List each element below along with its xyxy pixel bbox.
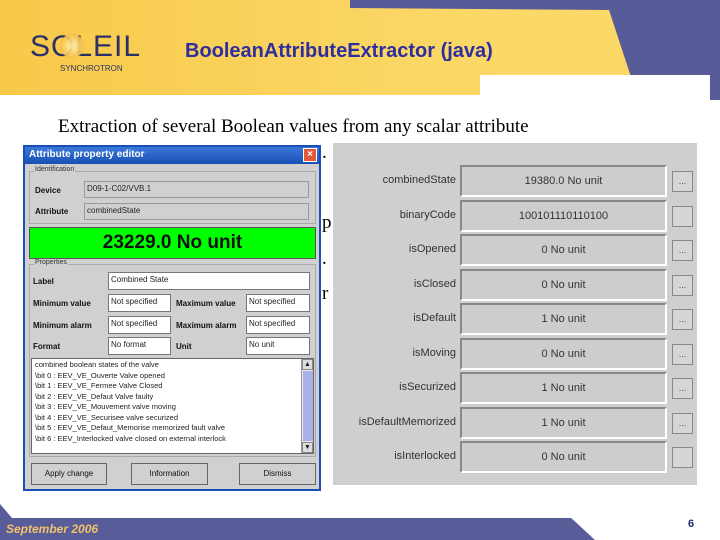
max-alarm-label: Maximum alarm <box>176 321 237 330</box>
attribute-row: isDefaultMemorized 1 No unit ... <box>333 406 697 439</box>
attribute-value: 1 No unit <box>460 303 667 335</box>
attribute-row: isOpened 0 No unit ... <box>333 234 697 266</box>
text-fragment: . <box>322 142 327 163</box>
attribute-value: 0 No unit <box>460 234 667 266</box>
attribute-value: 0 No unit <box>460 441 667 473</box>
description-line: \bit 1 : EEV_VE_Fermee Valve Closed <box>35 381 163 390</box>
scroll-up-icon[interactable]: ▲ <box>302 359 313 370</box>
information-button[interactable]: Information <box>131 463 208 485</box>
attribute-details-button[interactable] <box>672 447 693 468</box>
attribute-details-button[interactable]: ... <box>672 412 693 434</box>
attribute-value: 0 No unit <box>460 268 667 301</box>
attribute-value: 100101110110100 <box>460 199 667 232</box>
description-line: combined boolean states of the valve <box>35 360 159 369</box>
attribute-details-button[interactable]: ... <box>672 343 693 365</box>
dismiss-button[interactable]: Dismiss <box>239 463 316 485</box>
attribute-property-editor-dialog: Attribute property editor × Identificati… <box>23 145 321 491</box>
unit-input[interactable]: No unit <box>246 337 310 355</box>
text-fragment: r <box>322 283 329 304</box>
description-line: \bit 0 : EEV_VE_Ouverte Valve opened <box>35 370 165 380</box>
max-value-input[interactable]: Not specified <box>246 294 310 312</box>
attribute-name: isMoving <box>412 346 456 359</box>
attribute-row: binaryCode 100101110110100 <box>333 199 697 232</box>
description-line: \bit 2 : EEV_VE_Defaut Valve faulty <box>35 391 154 401</box>
page-number: 6 <box>688 518 695 530</box>
attribute-name: isInterlocked <box>394 450 456 462</box>
attribute-name: combinedState <box>382 174 456 186</box>
text-fragment: . <box>322 248 327 269</box>
description-line: \bit 6 : EEV_Interlocked valve closed on… <box>35 433 226 443</box>
text-fragment: p <box>322 212 332 233</box>
attribute-value: 1 No unit <box>460 372 667 404</box>
description-line: \bit 5 : EEV_VE_Defaut_Memorise memorize… <box>35 423 226 432</box>
attribute-field: combinedState <box>84 203 309 220</box>
format-input[interactable]: No format <box>108 337 171 355</box>
logo-name: SOLEIL <box>30 30 142 63</box>
scroll-down-icon[interactable]: ▼ <box>302 442 313 453</box>
footer-corner <box>0 504 12 518</box>
device-label: Device <box>35 186 61 195</box>
apply-change-button[interactable]: Apply change <box>31 463 107 485</box>
attribute-details-button[interactable]: ... <box>672 240 693 261</box>
slide-title: BooleanAttributeExtractor (java) <box>185 40 493 62</box>
attribute-row: isMoving 0 No unit ... <box>333 337 697 370</box>
attribute-value: 0 No unit <box>460 337 667 370</box>
attribute-value-display: 23229.0 No unit <box>29 227 316 259</box>
attribute-details-button[interactable]: ... <box>672 274 693 296</box>
description-textarea[interactable]: combined boolean states of the valve \bi… <box>31 358 314 454</box>
header-white-cut <box>480 75 710 100</box>
dialog-title-bar[interactable]: Attribute property editor × <box>25 147 319 164</box>
group-label: Properties <box>34 259 68 266</box>
sun-icon <box>60 34 84 58</box>
attribute-name: isOpened <box>408 243 456 255</box>
device-field: D09-1-C02/VVB.1 <box>84 181 309 198</box>
attribute-row: isDefault 1 No unit ... <box>333 303 697 335</box>
attribute-details-button[interactable]: ... <box>672 378 693 399</box>
description-line: \bit 4 : EEV_VE_Securisee valve securize… <box>35 412 178 422</box>
attribute-row: combinedState 19380.0 No unit ... <box>333 165 697 197</box>
attribute-row: isInterlocked 0 No unit <box>333 441 697 473</box>
attribute-row: isSecurized 1 No unit ... <box>333 372 697 404</box>
min-value-input[interactable]: Not specified <box>108 294 171 312</box>
attribute-label: Attribute <box>35 207 69 216</box>
dialog-title: Attribute property editor <box>29 149 145 160</box>
attribute-details-button[interactable] <box>672 205 693 227</box>
attribute-details-button[interactable]: ... <box>672 171 693 192</box>
soleil-logo: SOLEIL SYNCHROTRON <box>30 30 141 73</box>
attribute-details-button[interactable]: ... <box>672 309 693 330</box>
format-label: Format <box>33 342 61 351</box>
max-value-label: Maximum value <box>176 299 236 308</box>
min-value-label: Minimum value <box>33 299 91 308</box>
boolean-extractor-panel: combinedState 19380.0 No unit ... binaryC… <box>333 143 697 485</box>
scrollbar-thumb[interactable] <box>303 371 313 441</box>
label-label: Label <box>33 277 54 286</box>
attribute-name: isSecurized <box>399 381 456 393</box>
attribute-value: 1 No unit <box>460 406 667 439</box>
attribute-name: isDefault <box>413 312 456 324</box>
description-line: \bit 3 : EEV_VE_Mouvement valve moving <box>35 402 176 411</box>
min-alarm-input[interactable]: Not specified <box>108 316 171 334</box>
label-input[interactable]: Combined State <box>108 272 310 290</box>
identification-group: Identification Device D09-1-C02/VVB.1 At… <box>29 166 316 224</box>
attribute-name: isDefaultMemorized <box>358 415 456 428</box>
intro-text: Extraction of several Boolean values fro… <box>58 116 529 137</box>
attribute-name: isClosed <box>413 277 456 290</box>
group-label: Identification <box>34 166 76 173</box>
unit-label: Unit <box>176 342 192 351</box>
max-alarm-input[interactable]: Not specified <box>246 316 310 334</box>
attribute-value: 19380.0 No unit <box>460 165 667 197</box>
attribute-row: isClosed 0 No unit ... <box>333 268 697 301</box>
min-alarm-label: Minimum alarm <box>33 321 92 330</box>
attribute-name: binaryCode <box>399 208 456 221</box>
logo-sub: SYNCHROTRON <box>60 64 123 73</box>
footer-date: September 2006 <box>6 522 99 536</box>
description-scrollbar[interactable]: ▲ ▼ <box>301 359 313 453</box>
close-button[interactable]: × <box>303 148 317 162</box>
